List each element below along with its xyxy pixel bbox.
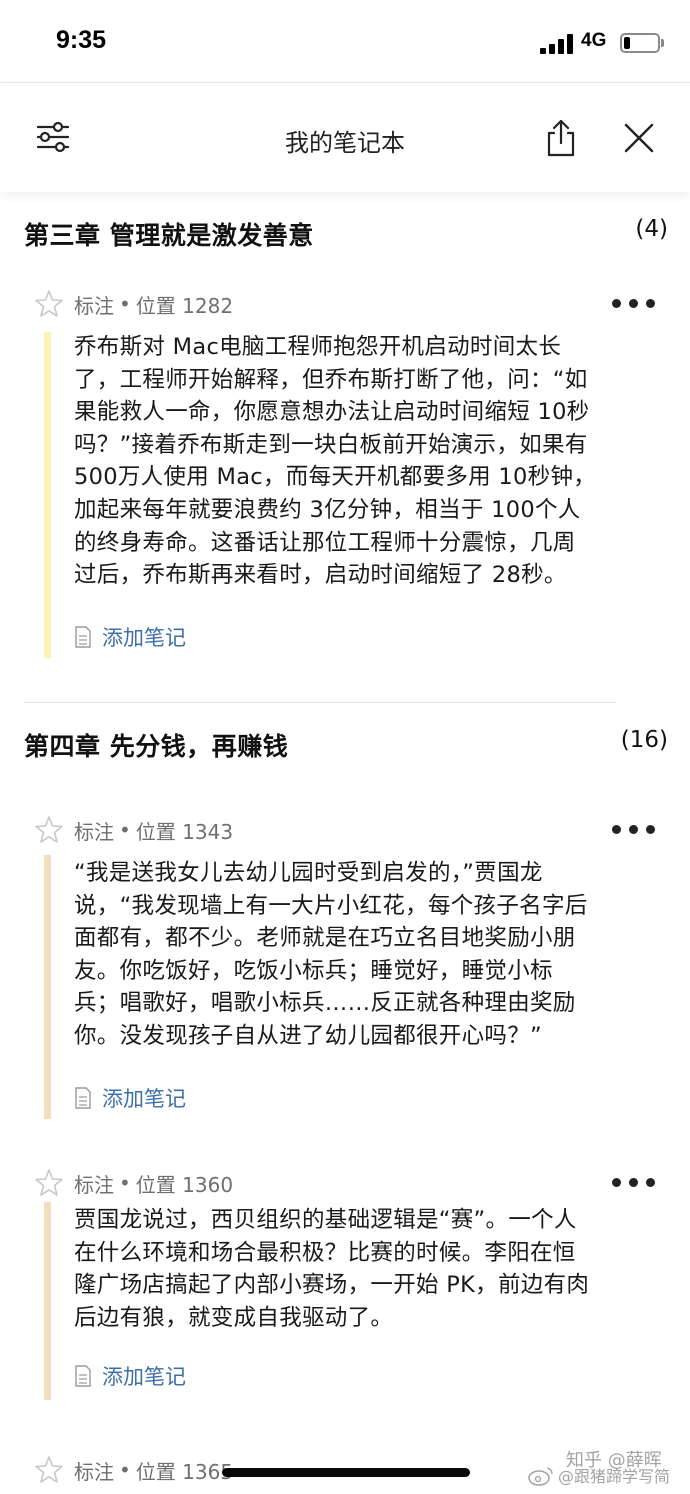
network-type: 4G bbox=[581, 30, 607, 51]
add-note-button[interactable]: 添加笔记 bbox=[74, 623, 186, 651]
watermark: 知乎 @薛晖 @跟猪蹄学写简 bbox=[528, 1452, 688, 1488]
share-button[interactable] bbox=[538, 115, 584, 161]
text-line: 贾国龙说过，西贝组织的基础逻辑是“赛”。一个人 bbox=[74, 1207, 577, 1233]
highlight-text[interactable]: 乔布斯对 Mac电脑工程师抱怨开机启动时间太长 了，工程师开始解释，但乔布斯打断… bbox=[74, 331, 664, 592]
watermark-line: @跟猪蹄学写简 bbox=[558, 1467, 671, 1486]
text-line: 说，“我发现墙上有一大片小红花，每个孩子名字后 bbox=[74, 892, 588, 919]
note-type: 标注 bbox=[74, 1459, 114, 1484]
text-line: 乔布斯对 Mac电脑工程师抱怨开机启动时间太长 bbox=[74, 334, 562, 360]
star-icon[interactable] bbox=[34, 1455, 64, 1485]
text-line: 果能救人一命，你愿意想办法让启动时间缩短 10秒 bbox=[74, 399, 590, 426]
add-note-label: 添加笔记 bbox=[102, 626, 186, 650]
more-options-icon[interactable] bbox=[612, 297, 656, 311]
document-icon bbox=[75, 1087, 91, 1109]
chapter-heading: 第三章 管理就是激发善意 (4) bbox=[24, 216, 668, 256]
chapter-note-count: (16) bbox=[620, 727, 668, 753]
note-type: 标注 bbox=[74, 819, 114, 844]
note-type: 标注 bbox=[74, 1172, 114, 1197]
chapter-note-count: (4) bbox=[635, 216, 668, 242]
text-line: 在什么环境和场合最积极？比赛的时候。李阳在恒 bbox=[74, 1239, 576, 1266]
weibo-icon bbox=[528, 1467, 553, 1486]
star-icon[interactable] bbox=[34, 815, 64, 845]
highlight-text[interactable]: “我是送我女儿去幼儿园时受到启发的，”贾国龙 说，“我发现墙上有一大片小红花，每… bbox=[74, 857, 664, 1053]
note-meta: 标注 • 位置 1360 bbox=[34, 1168, 233, 1198]
status-bar: 9:35 4G bbox=[0, 0, 690, 82]
meta-separator: • bbox=[119, 292, 131, 316]
document-icon bbox=[75, 626, 91, 648]
status-time: 9:35 bbox=[56, 26, 107, 54]
note-location: 位置 1365 bbox=[135, 1459, 234, 1484]
more-options-icon[interactable] bbox=[612, 823, 656, 837]
text-line: 的终身寿命。这番话让那位工程师十分震惊，几周 bbox=[74, 529, 576, 556]
add-note-label: 添加笔记 bbox=[102, 1087, 186, 1111]
note-meta: 标注 • 位置 1282 bbox=[34, 289, 233, 319]
note-meta: 标注 • 位置 1343 bbox=[34, 815, 233, 845]
text-line: 面都有，都不少。老师就是在巧立名目地奖励小朋 bbox=[74, 925, 576, 952]
add-note-label: 添加笔记 bbox=[102, 1365, 186, 1389]
cellular-signal-icon bbox=[540, 34, 576, 54]
text-line: 过后，乔布斯再来看时，启动时间缩短了 28秒。 bbox=[74, 562, 567, 589]
document-icon bbox=[75, 1365, 91, 1387]
text-line: 后边有狼，就变成自我驱动了。 bbox=[74, 1304, 394, 1331]
text-line: “我是送我女儿去幼儿园时受到启发的，”贾国龙 bbox=[74, 860, 543, 886]
chapter-title: 第四章 先分钱，再赚钱 bbox=[24, 732, 289, 761]
chapter-divider bbox=[24, 702, 616, 703]
meta-separator: • bbox=[119, 1458, 131, 1482]
note-meta: 标注 • 位置 1365 bbox=[34, 1455, 233, 1485]
text-line: 500万人使用 Mac，而每天开机都要多用 10秒钟， bbox=[74, 464, 597, 491]
note-type: 标注 bbox=[74, 293, 114, 318]
close-icon bbox=[624, 123, 654, 153]
star-icon[interactable] bbox=[34, 289, 64, 319]
add-note-button[interactable]: 添加笔记 bbox=[74, 1084, 186, 1112]
star-icon[interactable] bbox=[34, 1168, 64, 1198]
more-options-icon[interactable] bbox=[612, 1176, 656, 1190]
page-title: 我的笔记本 bbox=[285, 129, 405, 157]
highlight-bar bbox=[44, 332, 51, 658]
notes-list[interactable]: 第三章 管理就是激发善意 (4) 标注 • 位置 1282 乔布斯对 Mac电脑… bbox=[0, 192, 690, 1494]
add-note-button[interactable]: 添加笔记 bbox=[74, 1362, 186, 1390]
note-location: 位置 1343 bbox=[135, 819, 234, 844]
notebook-header: 我的笔记本 bbox=[0, 82, 690, 192]
meta-separator: • bbox=[119, 1171, 131, 1195]
battery-icon bbox=[620, 33, 660, 53]
close-button[interactable] bbox=[616, 115, 662, 161]
text-line: 你。没发现孩子自从进了幼儿园都很开心吗？” bbox=[74, 1022, 542, 1049]
text-line: 吗？”接着乔布斯走到一块白板前开始演示，如果有 bbox=[74, 431, 588, 458]
share-icon bbox=[547, 119, 575, 157]
chapter-heading: 第四章 先分钱，再赚钱 (16) bbox=[24, 727, 668, 767]
text-line: 兵；唱歌好，唱歌小标兵……反正就各种理由奖励 bbox=[74, 990, 576, 1017]
text-line: 了，工程师开始解释，但乔布斯打断了他，问：“如 bbox=[74, 366, 588, 393]
text-line: 加起来每年就要浪费约 3亿分钟，相当于 100个人 bbox=[74, 496, 581, 523]
text-line: 友。你吃饭好，吃饭小标兵；睡觉好，睡觉小标 bbox=[74, 957, 553, 984]
battery-tip bbox=[661, 39, 664, 47]
highlight-bar bbox=[44, 855, 51, 1119]
chapter-title: 第三章 管理就是激发善意 bbox=[24, 221, 314, 250]
meta-separator: • bbox=[119, 818, 131, 842]
note-location: 位置 1282 bbox=[135, 293, 234, 318]
highlight-text[interactable]: 贾国龙说过，西贝组织的基础逻辑是“赛”。一个人 在什么环境和场合最积极？比赛的时… bbox=[74, 1204, 664, 1334]
highlight-bar bbox=[44, 1202, 51, 1400]
note-location: 位置 1360 bbox=[135, 1172, 234, 1197]
text-line: 隆广场店搞起了内部小赛场，一开始 PK，前边有肉 bbox=[74, 1272, 590, 1299]
home-indicator[interactable] bbox=[222, 1468, 470, 1477]
